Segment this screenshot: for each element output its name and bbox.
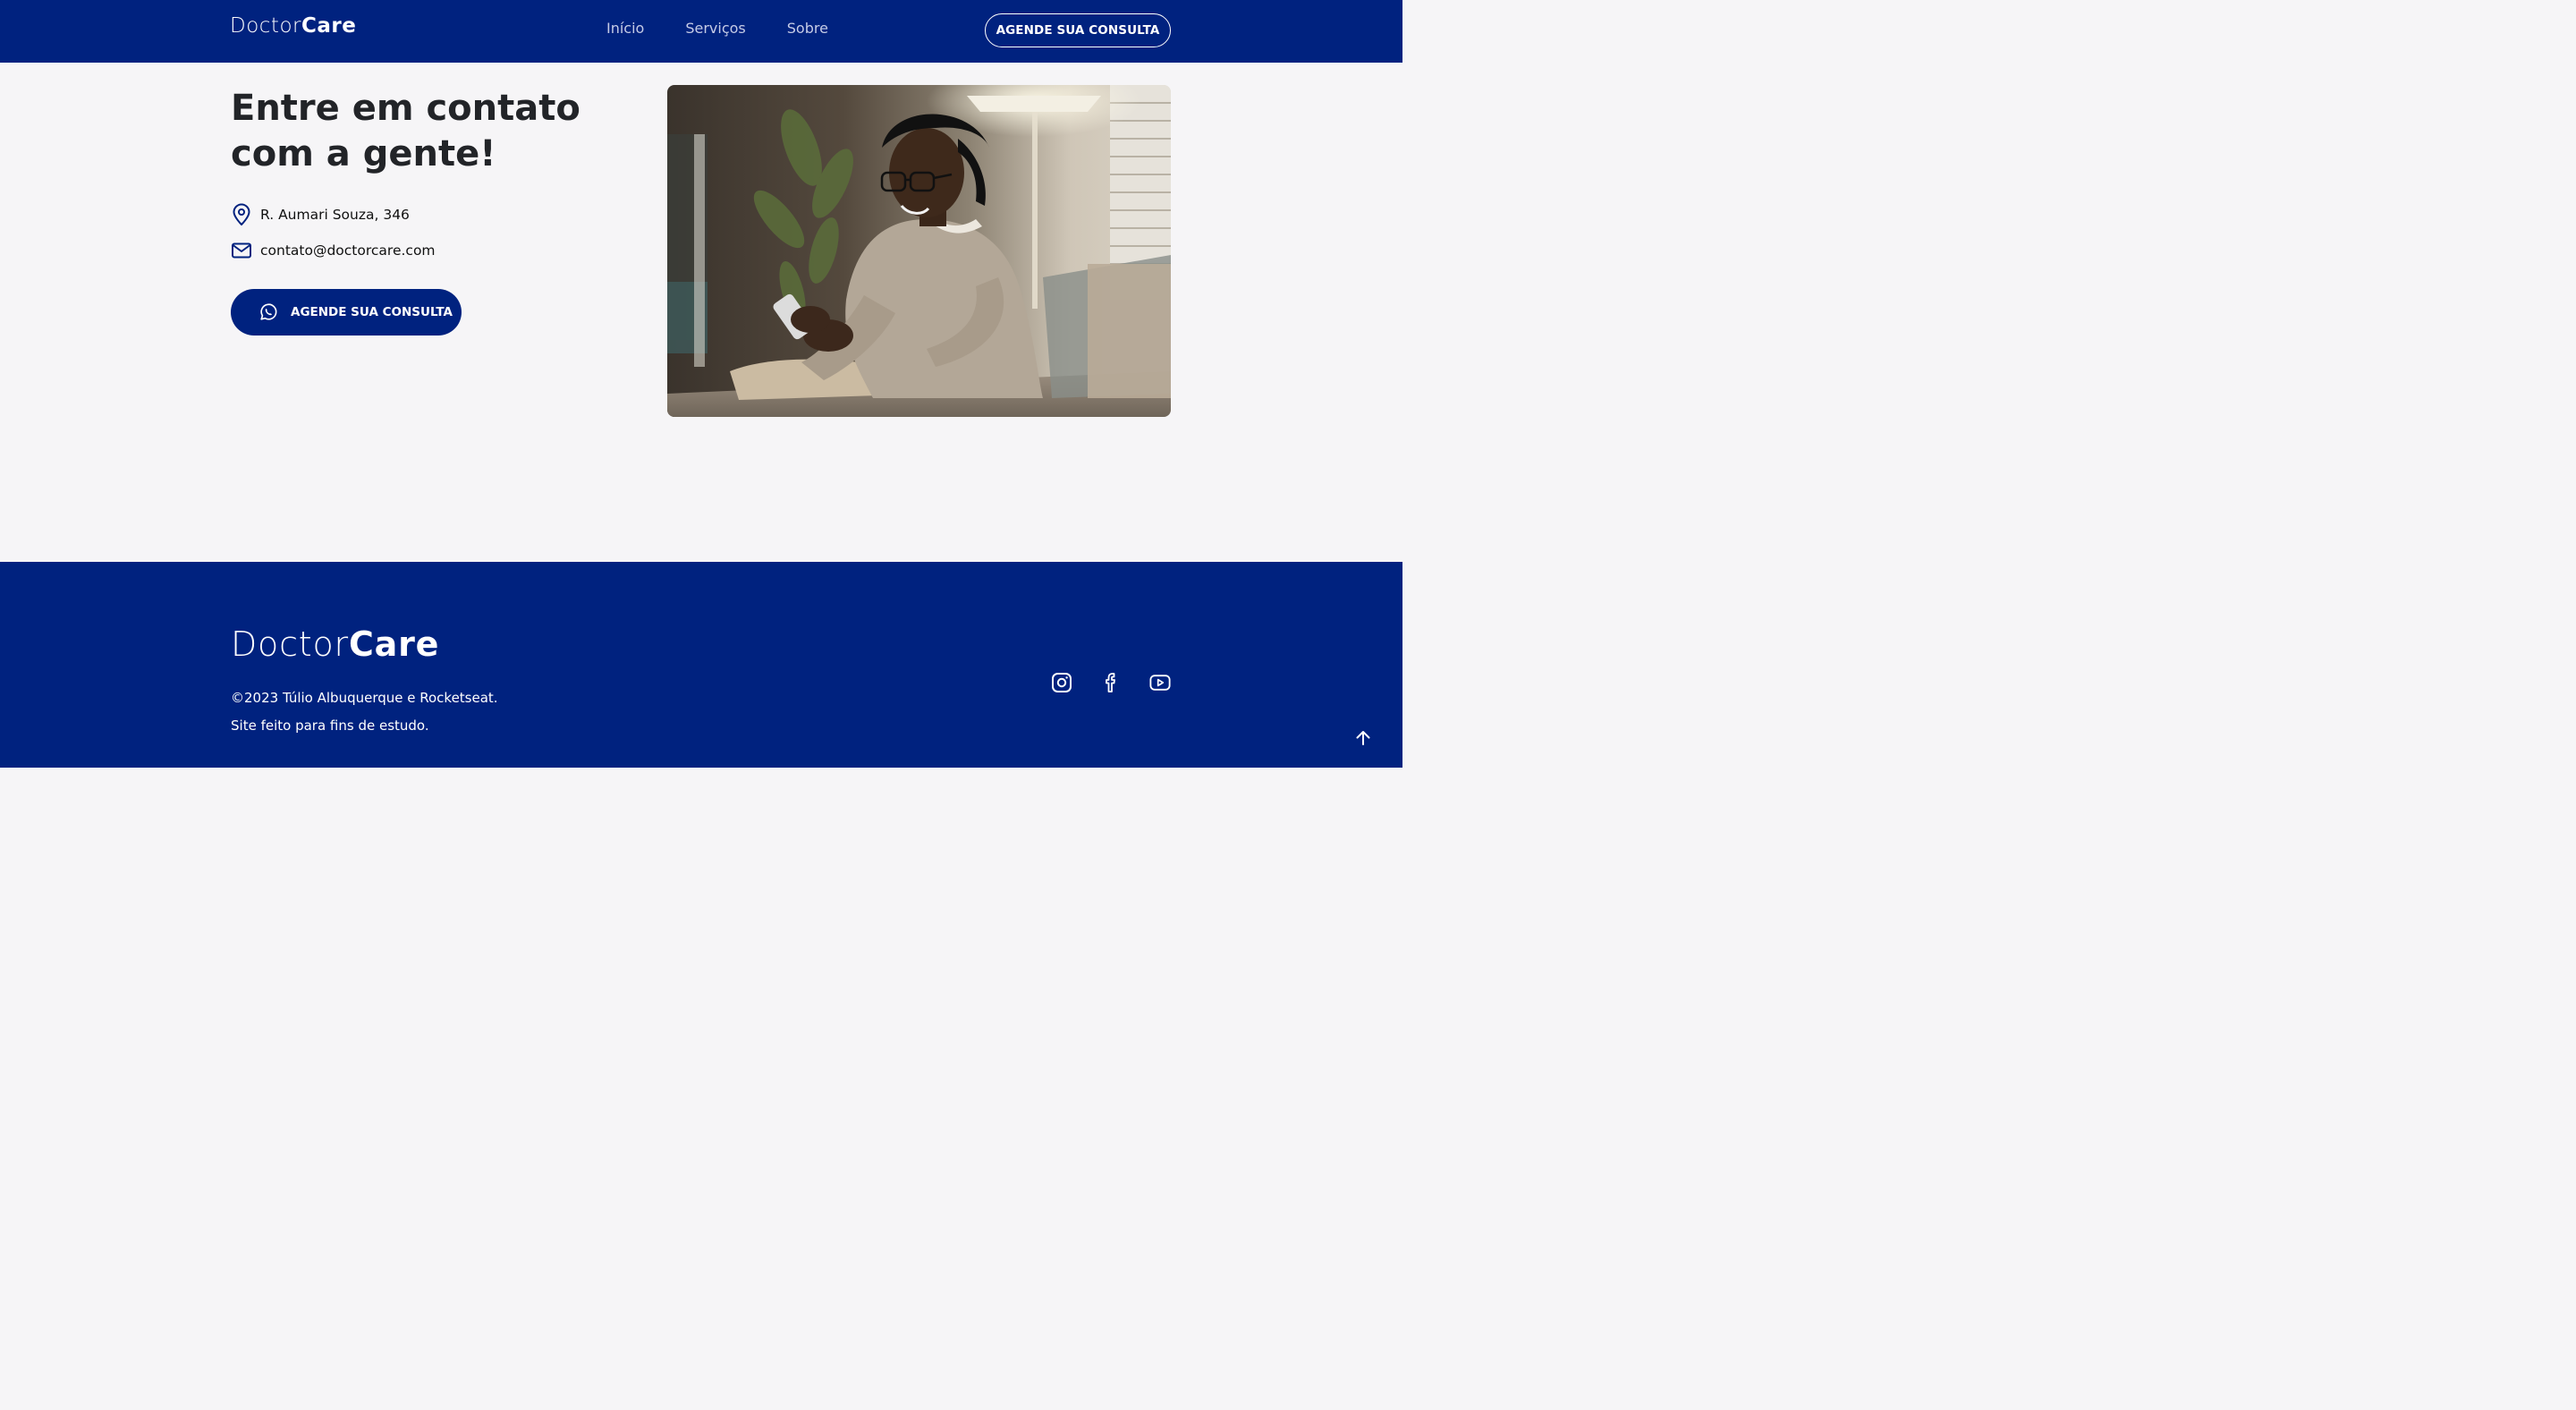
youtube-link[interactable]: [1149, 671, 1171, 694]
nav-link-servicos[interactable]: Serviços: [685, 20, 745, 37]
instagram-icon: [1052, 673, 1072, 692]
logo-doctor: Doctor: [230, 14, 301, 38]
header-logo[interactable]: Doctor Care: [230, 14, 356, 38]
map-pin-icon: [233, 203, 250, 225]
arrow-up-icon: [1356, 731, 1370, 745]
address-text: R. Aumari Souza, 346: [260, 207, 410, 223]
email-row: contato@doctorcare.com: [231, 240, 436, 261]
address-row: R. Aumari Souza, 346: [231, 203, 410, 226]
whatsapp-icon: [260, 303, 277, 320]
contact-photo: [667, 85, 1171, 417]
main-nav: Início Serviços Sobre: [606, 20, 828, 37]
footer-logo[interactable]: Doctor Care: [231, 624, 439, 664]
footer-note: Site feito para fins de estudo.: [231, 718, 429, 734]
youtube-icon: [1149, 675, 1171, 691]
instagram-link[interactable]: [1051, 671, 1072, 694]
footer-logo-doctor: Doctor: [231, 624, 349, 664]
footer-logo-care: Care: [348, 624, 440, 664]
facebook-link[interactable]: [1100, 671, 1122, 694]
site-footer: Doctor Care ©2023 Túlio Albuquerque e Roc…: [0, 562, 1402, 768]
mail-icon: [232, 242, 251, 259]
nav-link-inicio[interactable]: Início: [606, 20, 644, 37]
nav-link-sobre[interactable]: Sobre: [787, 20, 828, 37]
back-to-top-button[interactable]: [1352, 726, 1375, 750]
facebook-icon: [1106, 673, 1115, 692]
top-navbar: Doctor Care Início Serviços Sobre AGENDE …: [0, 0, 1402, 63]
email-text[interactable]: contato@doctorcare.com: [260, 242, 436, 259]
header-schedule-button[interactable]: AGENDE SUA CONSULTA: [985, 13, 1171, 47]
footer-copyright: ©2023 Túlio Albuquerque e Rocketseat.: [231, 690, 498, 706]
contact-title: Entre em contato com a gente!: [231, 88, 580, 174]
whatsapp-schedule-label: AGENDE SUA CONSULTA: [291, 305, 453, 319]
whatsapp-schedule-button[interactable]: AGENDE SUA CONSULTA: [231, 289, 462, 336]
logo-care: Care: [301, 14, 357, 38]
social-links: [1051, 671, 1171, 694]
